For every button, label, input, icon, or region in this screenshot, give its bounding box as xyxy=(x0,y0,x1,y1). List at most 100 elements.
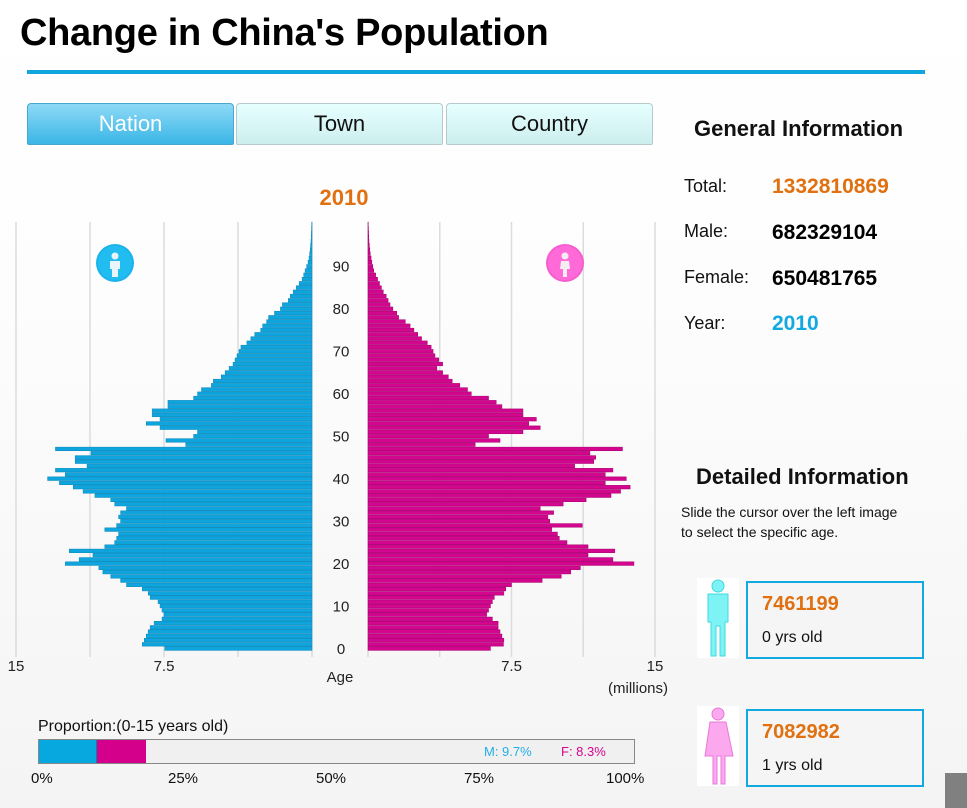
male-bar-age-16[interactable] xyxy=(120,578,313,583)
female-bar-age-63[interactable] xyxy=(367,378,453,384)
female-bar-age-88[interactable] xyxy=(367,272,376,277)
male-bar-age-7[interactable] xyxy=(161,616,313,621)
female-bar-age-93[interactable] xyxy=(367,251,371,256)
male-bar-age-90[interactable] xyxy=(306,264,313,269)
female-bar-age-76[interactable] xyxy=(367,323,411,328)
female-bar-age-53[interactable] xyxy=(367,421,529,426)
female-bar-age-13[interactable] xyxy=(367,591,505,596)
female-bar-age-6[interactable] xyxy=(367,621,499,626)
male-bar-age-24[interactable] xyxy=(104,544,313,549)
male-bar-age-17[interactable] xyxy=(110,574,313,579)
male-bar-age-4[interactable] xyxy=(147,629,313,634)
male-bar-age-3[interactable] xyxy=(145,633,313,638)
male-bar-age-61[interactable] xyxy=(201,387,313,392)
female-bar-age-92[interactable] xyxy=(367,255,372,260)
male-bar-age-76[interactable] xyxy=(262,323,313,328)
female-bar-age-54[interactable] xyxy=(367,417,537,422)
female-bar-age-0[interactable] xyxy=(367,646,491,651)
male-bar-age-8[interactable] xyxy=(163,612,313,617)
male-bar-age-2[interactable] xyxy=(144,638,313,643)
female-bar-age-68[interactable] xyxy=(367,357,440,362)
female-bar-age-85[interactable] xyxy=(367,285,382,290)
male-bar-age-93[interactable] xyxy=(309,251,313,256)
female-bar-age-48[interactable] xyxy=(367,442,476,447)
female-bar-age-67[interactable] xyxy=(367,361,443,367)
male-bar-age-10[interactable] xyxy=(159,604,313,609)
male-bar-age-96[interactable] xyxy=(310,238,313,243)
male-bar-age-59[interactable] xyxy=(193,395,313,401)
male-bar-age-49[interactable] xyxy=(165,438,313,443)
female-bar-age-41[interactable] xyxy=(367,472,606,477)
female-bar-age-23[interactable] xyxy=(367,548,616,553)
female-bar-age-12[interactable] xyxy=(367,595,495,600)
female-bar-age-34[interactable] xyxy=(367,502,564,507)
female-bar-age-78[interactable] xyxy=(367,315,399,320)
male-bar-age-22[interactable] xyxy=(92,553,313,558)
female-bar-age-64[interactable] xyxy=(367,374,449,379)
male-bar-age-27[interactable] xyxy=(118,531,313,536)
male-bar-age-39[interactable] xyxy=(59,480,313,485)
female-bar-age-74[interactable] xyxy=(367,332,418,337)
female-bar-age-46[interactable] xyxy=(367,451,591,456)
male-bar-age-40[interactable] xyxy=(47,476,313,481)
male-bar-age-18[interactable] xyxy=(102,570,313,575)
male-bar-age-88[interactable] xyxy=(303,272,313,277)
male-bar-age-45[interactable] xyxy=(74,455,313,460)
male-bar-age-12[interactable] xyxy=(149,595,313,600)
tab-country[interactable]: Country xyxy=(446,103,653,145)
female-bar-age-52[interactable] xyxy=(367,425,541,430)
male-bar-age-84[interactable] xyxy=(293,289,313,294)
male-bar-age-14[interactable] xyxy=(142,587,313,592)
female-bar-age-42[interactable] xyxy=(367,468,614,473)
female-bar-age-71[interactable] xyxy=(367,344,432,350)
male-bar-age-83[interactable] xyxy=(290,293,313,299)
male-bar-age-31[interactable] xyxy=(118,514,313,519)
female-bar-age-30[interactable] xyxy=(367,519,551,524)
female-bar-age-97[interactable] xyxy=(367,234,370,239)
female-bar-age-81[interactable] xyxy=(367,302,391,307)
female-bar-age-62[interactable] xyxy=(367,383,461,388)
male-bar-age-63[interactable] xyxy=(213,378,313,384)
male-bar-age-94[interactable] xyxy=(309,247,313,252)
female-bar-age-95[interactable] xyxy=(367,242,370,248)
female-bar-age-51[interactable] xyxy=(367,429,524,435)
female-bar-age-28[interactable] xyxy=(367,527,552,532)
female-bar-age-69[interactable] xyxy=(367,353,436,358)
male-bar-age-1[interactable] xyxy=(142,642,313,647)
male-bar-age-5[interactable] xyxy=(149,625,313,630)
female-bar-age-56[interactable] xyxy=(367,408,524,413)
female-bar-age-75[interactable] xyxy=(367,327,415,333)
male-bar-age-38[interactable] xyxy=(72,485,313,490)
male-bar-age-9[interactable] xyxy=(161,608,313,613)
male-bar-age-68[interactable] xyxy=(234,357,313,362)
female-bar-age-4[interactable] xyxy=(367,629,501,634)
female-bar-age-2[interactable] xyxy=(367,638,505,643)
male-bar-age-20[interactable] xyxy=(65,561,313,566)
female-bar-age-50[interactable] xyxy=(367,434,489,439)
female-bar-age-33[interactable] xyxy=(367,506,541,511)
female-bar-age-24[interactable] xyxy=(367,544,589,549)
female-bar-age-60[interactable] xyxy=(367,391,472,396)
tab-town[interactable]: Town xyxy=(236,103,443,145)
male-bar-age-52[interactable] xyxy=(159,425,313,430)
male-bar-age-13[interactable] xyxy=(147,591,313,596)
male-bar-age-29[interactable] xyxy=(116,523,313,528)
male-bar-age-78[interactable] xyxy=(268,315,313,320)
female-bar-age-32[interactable] xyxy=(367,510,554,515)
male-bar-age-48[interactable] xyxy=(185,442,313,447)
female-bar-age-57[interactable] xyxy=(367,404,503,409)
female-bar-age-8[interactable] xyxy=(367,612,487,617)
male-bar-age-43[interactable] xyxy=(86,463,313,469)
population-pyramid-chart[interactable]: 0 10 20 30 40 50 60 70 80 90 15 7.5 7.5 15 Age (mill… xyxy=(0,210,680,700)
female-bar-age-14[interactable] xyxy=(367,587,507,592)
female-bar-age-70[interactable] xyxy=(367,349,434,354)
male-bar-age-91[interactable] xyxy=(307,259,313,265)
male-bar-age-42[interactable] xyxy=(55,468,313,473)
male-bar-age-58[interactable] xyxy=(167,400,313,405)
male-bar-age-66[interactable] xyxy=(228,366,313,371)
male-bar-age-95[interactable] xyxy=(310,242,313,248)
female-bar-age-47[interactable] xyxy=(367,446,623,452)
male-bar-age-60[interactable] xyxy=(197,391,313,396)
female-bar-age-90[interactable] xyxy=(367,264,374,269)
female-bar-age-38[interactable] xyxy=(367,485,631,490)
